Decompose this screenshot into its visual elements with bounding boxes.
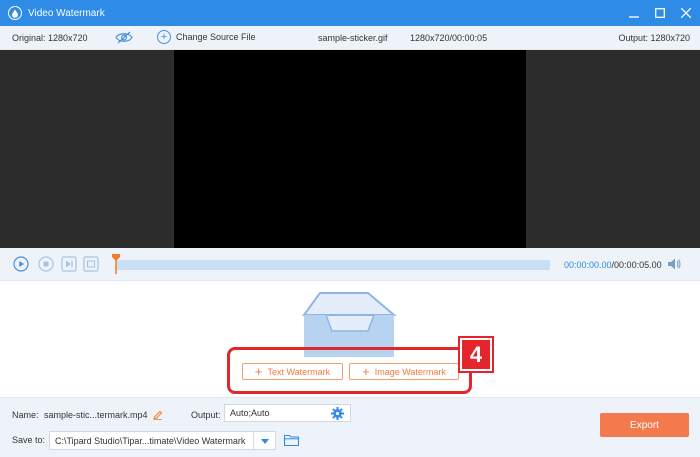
volume-icon[interactable] [667, 257, 681, 273]
folder-icon[interactable] [283, 434, 300, 448]
save-path-value: C:\Tipard Studio\Tipar...timate\Video Wa… [55, 435, 246, 446]
chevron-down-icon [260, 436, 269, 446]
output-settings-value: Auto;Auto [230, 408, 270, 418]
maximize-icon[interactable] [654, 7, 666, 19]
timecode: 00:00:00.00/00:00:05.00 [564, 260, 662, 270]
total-time: /00:00:05.00 [611, 260, 662, 270]
bottom-bar: Name: sample-stic...termark.mp4 Output: … [0, 397, 700, 457]
step-highlight-box [227, 347, 472, 394]
output-settings-field[interactable]: Auto;Auto [224, 404, 351, 422]
stop-icon[interactable] [38, 256, 54, 272]
snapshot-icon[interactable] [83, 256, 99, 272]
next-frame-icon[interactable] [61, 256, 77, 272]
output-label: Output: [191, 410, 221, 420]
change-source-button[interactable]: + Change Source File [157, 30, 256, 44]
output-resolution: Output: 1280x720 [618, 33, 690, 43]
save-path-field[interactable]: C:\Tipard Studio\Tipar...timate\Video Wa… [49, 431, 254, 450]
current-time: 00:00:00.00 [564, 260, 612, 270]
save-to-label: Save to: [12, 435, 46, 445]
player-bar: 00:00:00.00/00:00:05.00 [0, 248, 700, 281]
minimize-icon[interactable] [628, 7, 640, 19]
info-bar: Original: 1280x720 + Change Source File … [0, 26, 700, 50]
video-preview[interactable] [174, 50, 526, 248]
gear-icon[interactable] [331, 407, 344, 422]
window-title: Video Watermark [28, 7, 105, 19]
save-path-dropdown[interactable] [254, 431, 276, 450]
app-drop-icon [8, 6, 22, 20]
eye-icon[interactable] [115, 31, 133, 46]
output-name-value: sample-stic...termark.mp4 [44, 410, 148, 420]
source-file-name: sample-sticker.gif [318, 33, 388, 43]
play-icon[interactable] [13, 256, 29, 272]
title-bar: Video Watermark [0, 0, 700, 26]
name-label: Name: [12, 410, 39, 420]
source-file-info: 1280x720/00:00:05 [410, 33, 488, 43]
playhead-icon[interactable] [112, 254, 120, 276]
change-source-label: Change Source File [176, 32, 256, 42]
output-name: sample-stic...termark.mp4 [44, 410, 163, 420]
original-resolution: Original: 1280x720 [12, 33, 88, 43]
timeline-track[interactable] [116, 260, 550, 270]
window-controls [628, 0, 692, 26]
preview-area [0, 50, 700, 248]
edit-pencil-icon[interactable] [152, 410, 163, 420]
export-button[interactable]: Export [600, 413, 689, 437]
step-number-badge: 4 [458, 336, 494, 373]
add-circle-icon: + [157, 30, 171, 44]
close-icon[interactable] [680, 7, 692, 19]
